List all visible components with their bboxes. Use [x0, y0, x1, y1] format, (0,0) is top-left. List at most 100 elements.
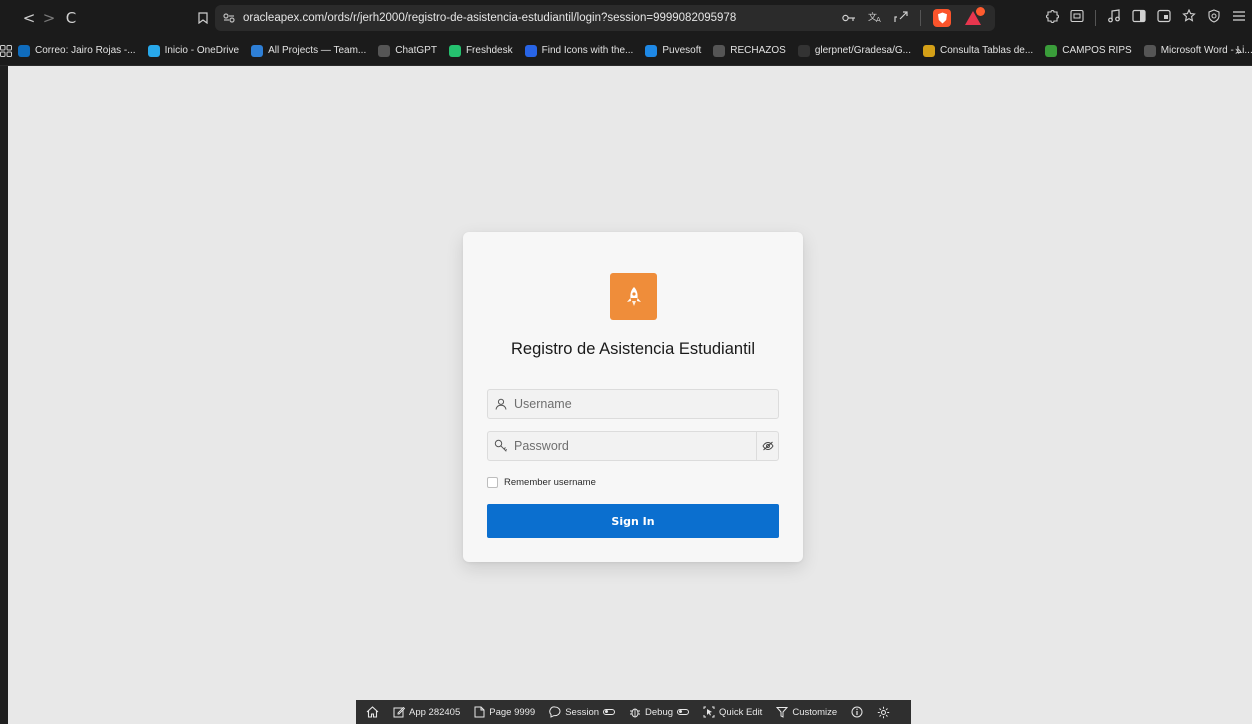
- key-icon: [488, 432, 514, 460]
- browser-toolbar: < > C oracleapex.com/ords/r/jerh2000/reg…: [0, 0, 1252, 36]
- bookmark-label: Find Icons with the...: [541, 45, 634, 56]
- page-background: Registro de Asistencia Estudiantil Remem…: [8, 66, 1252, 724]
- page-label: Page 9999: [489, 706, 536, 718]
- page-icon: [474, 706, 485, 718]
- bookmark-favicon-icon: [251, 44, 264, 57]
- bookmark-label: RECHAZOS: [730, 45, 786, 56]
- bookmark-item[interactable]: glerpnet/Gradesa/G...: [792, 36, 917, 66]
- sidebar-icon[interactable]: [1070, 9, 1084, 27]
- svg-text:A: A: [876, 16, 881, 23]
- share-icon[interactable]: [894, 10, 908, 26]
- quick-edit-button[interactable]: Quick Edit: [703, 706, 762, 718]
- tab-icon[interactable]: [1157, 9, 1171, 27]
- info-button[interactable]: [851, 706, 863, 718]
- remember-username-label[interactable]: Remember username: [504, 477, 596, 488]
- remember-username-checkbox[interactable]: [487, 477, 498, 488]
- quick-edit-label: Quick Edit: [719, 706, 763, 718]
- home-icon: [366, 706, 379, 718]
- bookmark-label: ChatGPT: [395, 45, 437, 56]
- bookmark-item[interactable]: CAMPOS RIPS: [1039, 36, 1137, 66]
- bookmarks-bar: Correo: Jairo Rojas -... Inicio - OneDriv…: [0, 36, 1252, 66]
- bookmark-item[interactable]: RECHAZOS: [707, 36, 792, 66]
- bookmark-favicon-icon: [713, 44, 726, 57]
- key-icon[interactable]: [842, 11, 856, 25]
- reload-button[interactable]: C: [60, 7, 82, 29]
- bookmark-favicon-icon: [1143, 44, 1156, 57]
- bookmark-favicon-icon: [378, 44, 391, 57]
- session-label: Session: [565, 706, 600, 718]
- apps-button[interactable]: [0, 36, 12, 66]
- more-bookmarks-button[interactable]: »: [1235, 36, 1242, 66]
- back-arrow-icon: <: [22, 9, 36, 27]
- edit-icon: [393, 706, 405, 718]
- bookmark-item[interactable]: Puvesoft: [639, 36, 707, 66]
- bookmark-item[interactable]: ChatGPT: [372, 36, 443, 66]
- page-button[interactable]: Page 9999: [474, 706, 535, 718]
- debug-button[interactable]: Debug: [629, 706, 690, 718]
- settings-button[interactable]: [877, 706, 890, 719]
- bookmark-label: CAMPOS RIPS: [1062, 45, 1132, 56]
- customize-button[interactable]: Customize: [776, 706, 837, 718]
- apps-grid-icon: [0, 44, 12, 57]
- address-bar[interactable]: oracleapex.com/ords/r/jerh2000/registro-…: [215, 5, 995, 31]
- bookmark-label: Puvesoft: [662, 45, 702, 56]
- bookmark-favicon-icon: [18, 44, 30, 57]
- username-field[interactable]: [487, 389, 779, 419]
- bookmark-icon: [198, 12, 208, 24]
- bookmark-item[interactable]: Find Icons with the...: [519, 36, 640, 66]
- app-label: App 282405: [409, 706, 461, 718]
- bookmark-label: Freshdesk: [465, 45, 513, 56]
- debug-label: Debug: [645, 706, 674, 718]
- translate-icon[interactable]: 文A: [868, 11, 882, 26]
- vpn-icon[interactable]: [1207, 9, 1221, 27]
- bookmark-item[interactable]: Correo: Jairo Rojas -...: [12, 36, 142, 66]
- session-button[interactable]: Session: [549, 706, 616, 718]
- info-icon: [851, 706, 863, 718]
- brave-shield-icon[interactable]: [933, 9, 951, 27]
- password-input[interactable]: [514, 432, 744, 460]
- debug-toggle-icon[interactable]: [677, 709, 690, 715]
- bookmark-label: Inicio - OneDrive: [164, 45, 240, 56]
- username-input[interactable]: [514, 390, 744, 418]
- music-icon[interactable]: [1107, 9, 1121, 27]
- bookmark-page-button[interactable]: [193, 7, 213, 29]
- back-button[interactable]: <: [18, 7, 40, 29]
- chevron-double-right-icon: »: [1234, 44, 1242, 58]
- app-button[interactable]: App 282405: [393, 706, 460, 718]
- bookmark-favicon-icon: [448, 44, 461, 57]
- forward-button[interactable]: >: [38, 7, 60, 29]
- quick-edit-icon: [703, 706, 715, 718]
- menu-icon[interactable]: [1232, 10, 1246, 26]
- app-logo: [610, 273, 657, 320]
- bookmark-label: Consulta Tablas de...: [940, 45, 1034, 56]
- star-icon[interactable]: [1182, 8, 1196, 27]
- bookmark-favicon-icon: [524, 44, 537, 57]
- bookmark-list: Correo: Jairo Rojas -... Inicio - OneDriv…: [12, 36, 1252, 66]
- bookmark-item[interactable]: All Projects — Team...: [245, 36, 372, 66]
- window-icon[interactable]: [1132, 9, 1146, 27]
- bookmark-favicon-icon: [797, 44, 810, 57]
- bookmark-item[interactable]: Freshdesk: [443, 36, 519, 66]
- bug-icon: [630, 708, 641, 718]
- site-settings-icon[interactable]: [215, 5, 243, 31]
- bookmark-favicon-icon: [147, 44, 160, 57]
- bookmark-item[interactable]: Consulta Tablas de...: [917, 36, 1039, 66]
- eye-slash-icon: [761, 441, 774, 451]
- bookmark-item[interactable]: Inicio - OneDrive: [142, 36, 245, 66]
- bookmark-favicon-icon: [923, 44, 935, 57]
- chat-icon: [549, 706, 561, 718]
- home-button[interactable]: [366, 706, 379, 718]
- forward-arrow-icon: >: [42, 9, 56, 27]
- url-text[interactable]: oracleapex.com/ords/r/jerh2000/registro-…: [243, 12, 736, 24]
- customize-icon: [776, 707, 789, 718]
- rocket-icon: [626, 286, 641, 306]
- remember-username[interactable]: Remember username: [487, 477, 596, 488]
- brave-rewards-icon[interactable]: [963, 7, 985, 27]
- password-field[interactable]: [487, 431, 779, 461]
- session-toggle-icon[interactable]: [603, 709, 616, 715]
- extensions-icon[interactable]: [1045, 9, 1059, 27]
- reload-icon: C: [65, 9, 77, 27]
- gear-icon: [878, 706, 890, 718]
- show-password-button[interactable]: [756, 432, 778, 460]
- sign-in-button[interactable]: Sign In: [487, 504, 779, 538]
